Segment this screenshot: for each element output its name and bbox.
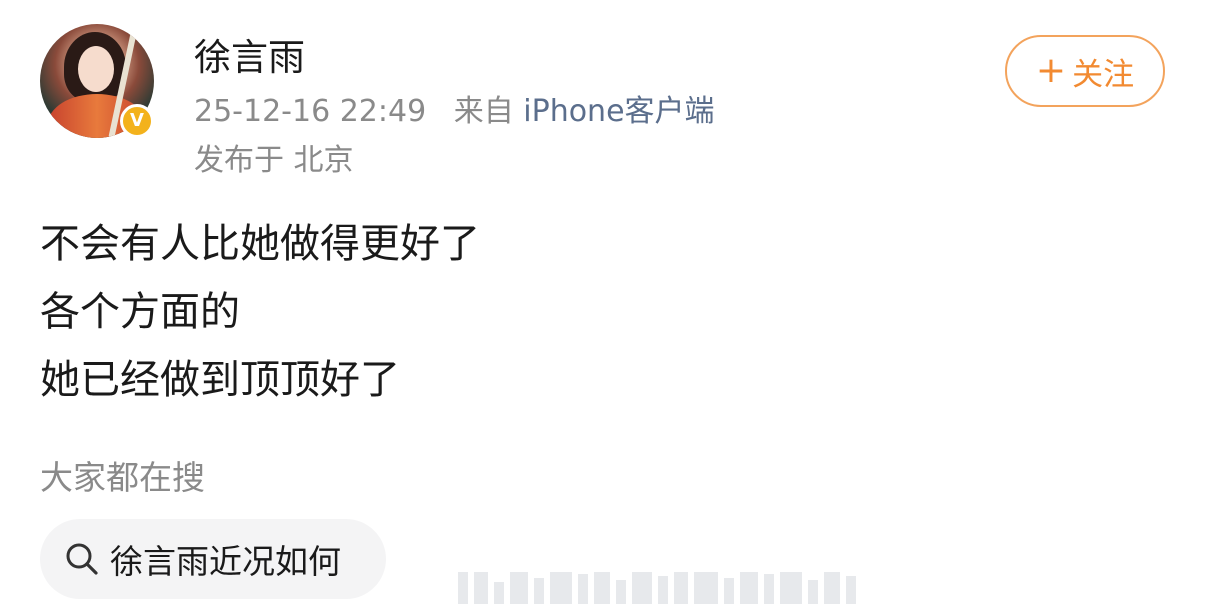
follow-label: 关注: [1072, 56, 1135, 93]
placeholder-bar: [658, 576, 668, 604]
source-prefix: 来自: [453, 94, 514, 129]
placeholder-bar: [674, 572, 688, 604]
placeholder-bar: [534, 578, 544, 604]
follow-button[interactable]: + 关注: [1005, 35, 1165, 107]
placeholder-bar: [594, 572, 610, 604]
post-content: 不会有人比她做得更好了 各个方面的 她已经做到顶顶好了: [40, 210, 480, 414]
post-line: 她已经做到顶顶好了: [40, 357, 400, 403]
placeholder-bar: [510, 572, 528, 604]
username[interactable]: 徐言雨: [194, 34, 305, 82]
placeholder-bar: [494, 582, 504, 604]
post-time: 25-12-16 22:49: [194, 94, 427, 129]
verified-badge-icon: V: [120, 104, 154, 138]
placeholder-bar: [578, 574, 588, 604]
search-icon: [66, 543, 98, 575]
placeholder-bar: [740, 572, 758, 604]
placeholder-bar: [808, 580, 818, 604]
plus-icon: +: [1035, 50, 1067, 91]
placeholder-bar: [458, 572, 468, 604]
placeholder-bar: [846, 576, 856, 604]
placeholder-bar: [632, 572, 652, 604]
placeholder-bar: [694, 572, 718, 604]
trending-label: 大家都在搜: [40, 458, 205, 497]
placeholder-bar: [474, 572, 488, 604]
placeholder-bar: [824, 572, 840, 604]
placeholder-bar: [764, 574, 774, 604]
faded-content-placeholder: [458, 572, 856, 604]
placeholder-bar: [724, 578, 734, 604]
trending-search-chip[interactable]: 徐言雨近况如何: [40, 519, 386, 599]
trending-search-term: 徐言雨近况如何: [110, 542, 341, 581]
placeholder-bar: [550, 572, 572, 604]
source-client-link[interactable]: iPhone客户端: [523, 94, 714, 129]
post-location: 发布于 北京: [194, 143, 354, 178]
post-line: 不会有人比她做得更好了: [40, 221, 480, 267]
post-line: 各个方面的: [40, 289, 240, 335]
placeholder-bar: [616, 580, 626, 604]
placeholder-bar: [780, 572, 802, 604]
avatar-face: [78, 46, 114, 92]
post-meta: 25-12-16 22:49 来自 iPhone客户端: [194, 92, 715, 132]
